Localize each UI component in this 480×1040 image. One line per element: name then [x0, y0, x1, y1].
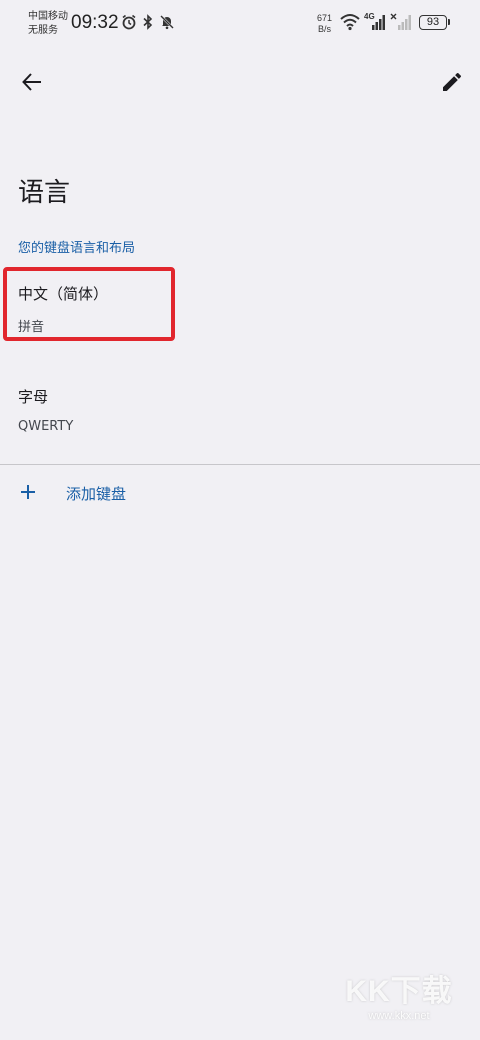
network-speed-value: 671: [317, 13, 333, 23]
keyboard-layout: 拼音: [18, 320, 45, 335]
page-title: 语言: [18, 178, 71, 208]
status-bar: 中国移动 无服务 09:32 671 B/s 4G 93: [0, 0, 480, 48]
edit-button[interactable]: [438, 68, 466, 96]
alarm-icon: [122, 14, 136, 30]
status-icons-left: [121, 14, 175, 30]
add-keyboard-button[interactable]: 添加键盘: [0, 472, 480, 512]
bluetooth-icon: [143, 14, 153, 30]
status-time: 09:32: [71, 12, 119, 33]
battery-indicator: 93: [419, 15, 450, 30]
carrier-info: 中国移动 无服务: [28, 10, 68, 38]
network-speed-unit: B/s: [318, 24, 332, 34]
watermark: KK下载 www.kkx.net: [344, 966, 454, 1022]
no-signal-icon: [390, 13, 411, 30]
signal-icon: [372, 15, 385, 30]
status-icons-right: 4G: [340, 13, 412, 31]
network-speed: 671 B/s: [317, 13, 332, 35]
back-button[interactable]: [18, 68, 46, 96]
keyboard-layout: QWERTY: [18, 419, 74, 434]
keyboard-language: 字母: [18, 388, 49, 406]
wifi-icon: [340, 14, 360, 31]
keyboard-item-pinyin[interactable]: 中文（简体） 拼音: [0, 283, 480, 355]
plus-icon: [21, 485, 35, 499]
mute-icon: [160, 15, 174, 30]
pencil-icon: [443, 72, 462, 91]
carrier-status: 无服务: [28, 25, 58, 36]
signal-strength: 4G: [364, 13, 386, 31]
list-divider: [0, 464, 480, 465]
section-header: 您的键盘语言和布局: [18, 241, 136, 256]
add-keyboard-label: 添加键盘: [66, 485, 127, 503]
arrow-left-icon: [22, 73, 41, 91]
watermark-logo: KK下载: [345, 975, 453, 1008]
watermark-url: www.kkx.net: [368, 1010, 430, 1022]
keyboard-item-letters[interactable]: 字母 QWERTY: [0, 386, 480, 458]
keyboard-language: 中文（简体）: [18, 285, 109, 303]
carrier-name: 中国移动: [28, 11, 68, 22]
